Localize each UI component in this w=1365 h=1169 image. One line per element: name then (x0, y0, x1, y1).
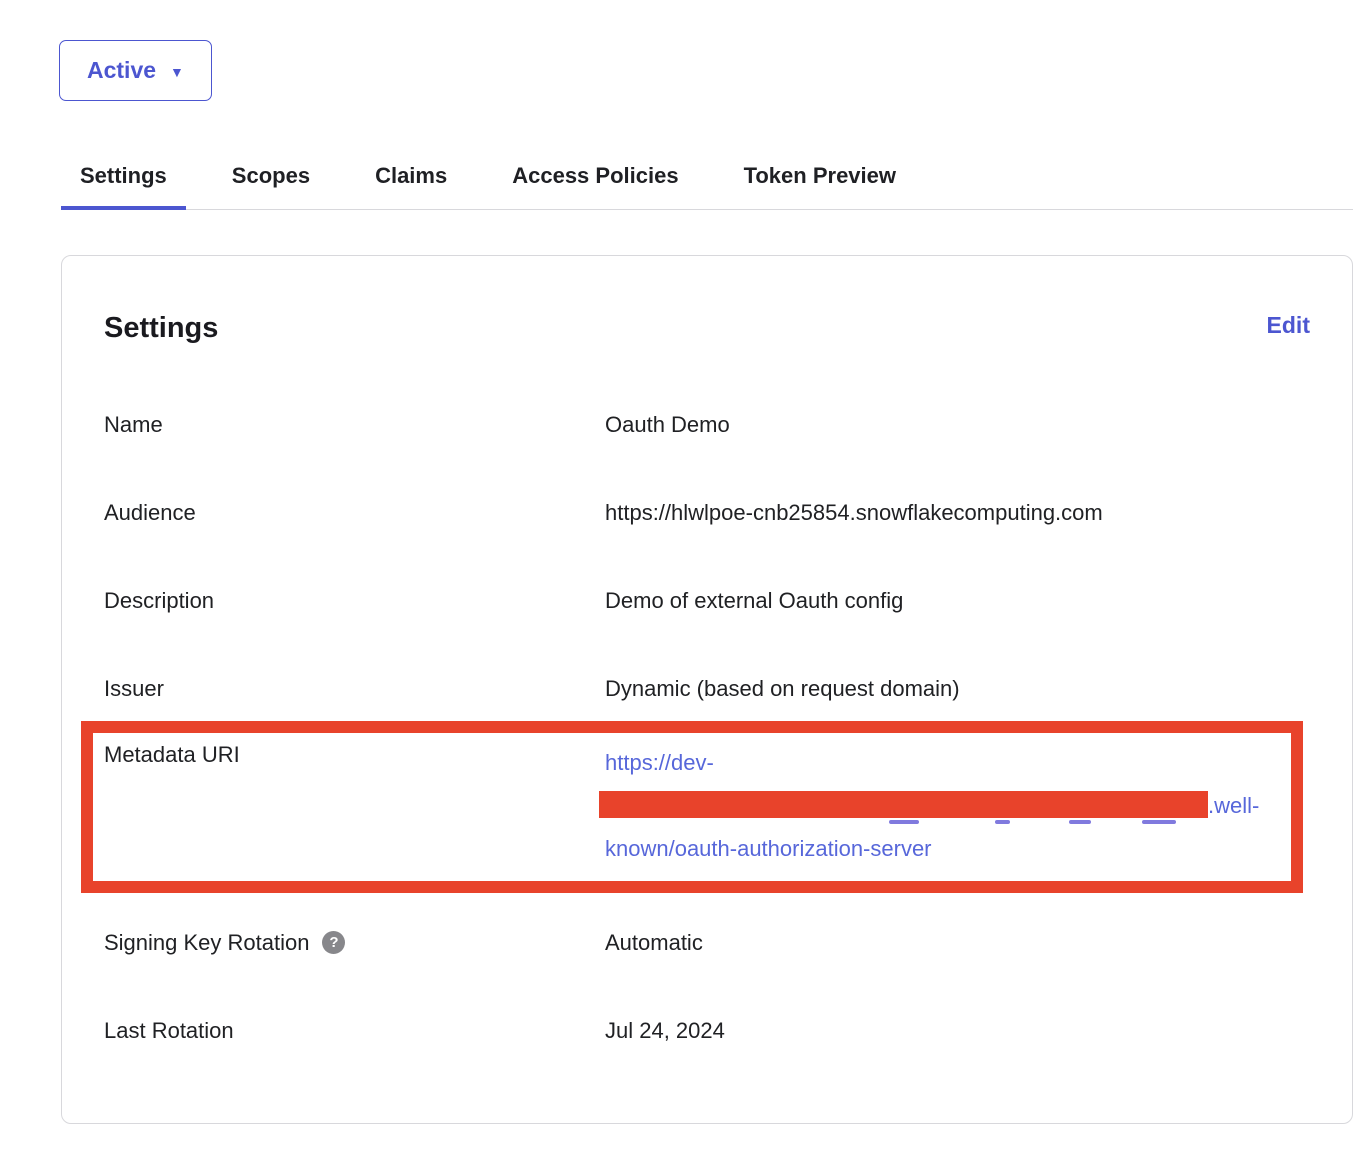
field-row-audience: Audience https://hlwlpoe-cnb25854.snowfl… (104, 499, 1310, 526)
field-row-name: Name Oauth Demo (104, 411, 1310, 438)
settings-fields: Name Oauth Demo Audience https://hlwlpoe… (104, 411, 1310, 1044)
field-value: https://dev- .well- known/oauth-authoriz… (605, 741, 1291, 870)
redacted-text-descender (995, 820, 1010, 824)
tab-access-policies[interactable]: Access Policies (493, 163, 697, 210)
field-label: Metadata URI (104, 741, 605, 870)
status-dropdown-button[interactable]: Active ▼ (59, 40, 212, 101)
field-value: Automatic (605, 929, 1310, 956)
field-label-with-help: Signing Key Rotation ? (104, 929, 605, 956)
tab-bar: Settings Scopes Claims Access Policies T… (61, 163, 1353, 210)
help-icon[interactable]: ? (322, 931, 345, 954)
metadata-uri-link[interactable]: https://dev- .well- known/oauth-authoriz… (605, 741, 1291, 870)
redacted-text-descender (1142, 820, 1176, 824)
field-value: Oauth Demo (605, 411, 1310, 438)
status-label: Active (87, 57, 156, 84)
field-label: Name (104, 411, 605, 438)
field-value: Jul 24, 2024 (605, 1017, 1310, 1044)
field-label: Audience (104, 499, 605, 526)
redacted-text-descender (889, 820, 919, 824)
tab-claims[interactable]: Claims (356, 163, 466, 210)
tab-scopes[interactable]: Scopes (213, 163, 329, 210)
tab-token-preview[interactable]: Token Preview (725, 163, 915, 210)
edit-link[interactable]: Edit (1267, 312, 1310, 339)
metadata-uri-part1: https://dev- (605, 750, 714, 775)
field-row-description: Description Demo of external Oauth confi… (104, 587, 1310, 614)
field-label: Signing Key Rotation (104, 929, 309, 956)
field-row-metadata-uri: Metadata URI https://dev- .well- known/o… (104, 741, 1291, 870)
chevron-down-icon: ▼ (170, 63, 184, 79)
tab-settings[interactable]: Settings (61, 163, 186, 210)
settings-card: Settings Edit Name Oauth Demo Audience h… (61, 255, 1353, 1124)
field-row-issuer: Issuer Dynamic (based on request domain) (104, 675, 1310, 702)
field-label: Description (104, 587, 605, 614)
field-label: Last Rotation (104, 1017, 605, 1044)
field-row-signing-key-rotation: Signing Key Rotation ? Automatic (104, 929, 1310, 956)
settings-card-header: Settings Edit (104, 312, 1310, 345)
field-label: Issuer (104, 675, 605, 702)
field-row-last-rotation: Last Rotation Jul 24, 2024 (104, 1017, 1310, 1044)
metadata-uri-part2: .well- (1208, 793, 1259, 818)
redacted-text-descender (1069, 820, 1091, 824)
field-value: Demo of external Oauth config (605, 587, 1310, 614)
metadata-uri-part3: known/oauth-authorization-server (605, 836, 932, 861)
field-value: Dynamic (based on request domain) (605, 675, 1310, 702)
red-annotation-highlight-box: Metadata URI https://dev- .well- known/o… (81, 721, 1303, 893)
field-value: https://hlwlpoe-cnb25854.snowflakecomput… (605, 499, 1310, 526)
redaction-bar (599, 791, 1208, 818)
card-title: Settings (104, 312, 218, 345)
